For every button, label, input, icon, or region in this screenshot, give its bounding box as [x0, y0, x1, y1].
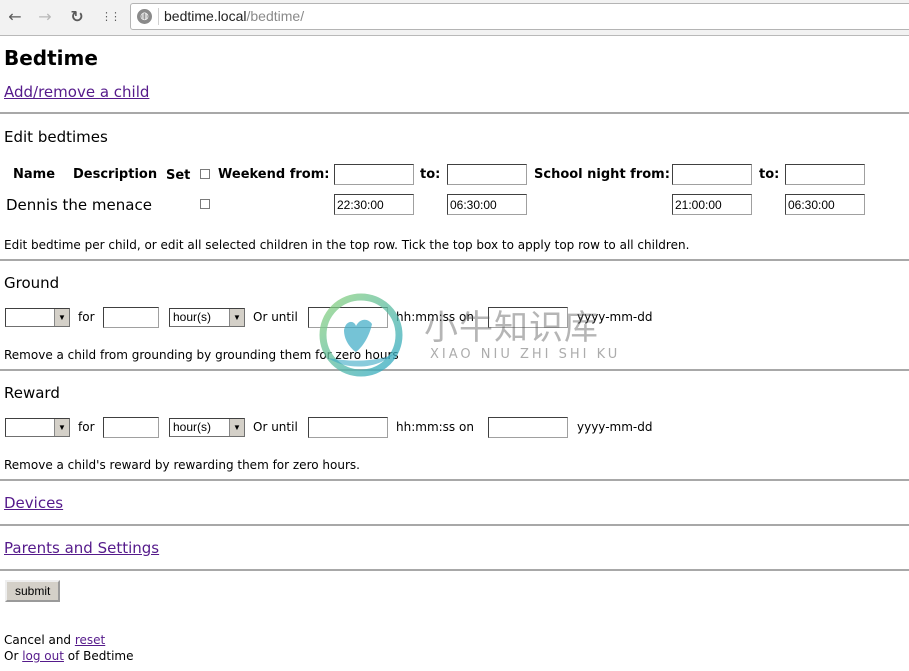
child-weekend-to-input[interactable]	[447, 194, 527, 215]
ground-for-label: for	[78, 310, 95, 324]
site-info-icon[interactable]: ◍	[137, 9, 152, 24]
ground-heading: Ground	[4, 274, 60, 292]
forward-icon[interactable]: →	[36, 8, 54, 26]
logout-link[interactable]: log out	[22, 649, 64, 663]
reward-child-select[interactable]: ▼	[5, 418, 70, 437]
devices-link[interactable]: Devices	[4, 494, 63, 512]
cancel-prefix: Cancel and	[4, 633, 75, 647]
divider	[0, 569, 909, 571]
column-set: Set	[166, 168, 191, 183]
edit-bedtimes-heading: Edit bedtimes	[4, 128, 108, 146]
top-weekend-from-input[interactable]	[334, 164, 414, 185]
ground-date-format: yyyy-mm-dd	[577, 310, 653, 324]
reward-or-until-label: Or until	[253, 420, 298, 434]
add-remove-child-link[interactable]: Add/remove a child	[4, 83, 149, 101]
submit-button[interactable]: submit	[5, 580, 61, 602]
reward-heading: Reward	[4, 384, 60, 402]
column-weekend-to: to:	[420, 167, 441, 182]
column-school-to: to:	[759, 167, 780, 182]
reward-unit-value: hour(s)	[173, 420, 212, 434]
ground-time-format: hh:mm:ss on	[396, 310, 474, 324]
url-host: bedtime.local	[164, 8, 247, 24]
top-school-from-input[interactable]	[672, 164, 752, 185]
reward-for-label: for	[78, 420, 95, 434]
chevron-down-icon[interactable]: ▼	[229, 419, 244, 436]
child-set-checkbox[interactable]	[200, 199, 210, 209]
set-all-checkbox[interactable]	[200, 169, 210, 179]
child-school-from-input[interactable]	[672, 194, 752, 215]
ground-unit-select[interactable]: hour(s) ▼	[169, 308, 245, 327]
ground-child-select[interactable]: ▼	[5, 308, 70, 327]
cancel-line: Cancel and reset	[4, 633, 105, 647]
reward-unit-select[interactable]: hour(s) ▼	[169, 418, 245, 437]
reward-date-input[interactable]	[488, 417, 568, 438]
ground-or-until-label: Or until	[253, 310, 298, 324]
logout-suffix: of Bedtime	[63, 649, 134, 663]
reset-link[interactable]: reset	[75, 633, 105, 647]
edit-bedtimes-help: Edit bedtime per child, or edit all sele…	[4, 238, 690, 252]
parents-settings-link[interactable]: Parents and Settings	[4, 539, 159, 557]
ground-amount-input[interactable]	[103, 307, 159, 328]
column-weekend-from: Weekend from:	[218, 167, 330, 182]
ground-time-input[interactable]	[308, 307, 388, 328]
watermark-logo-icon	[319, 293, 403, 377]
reward-time-input[interactable]	[308, 417, 388, 438]
divider	[0, 112, 909, 114]
column-school-night-from: School night from:	[534, 167, 670, 182]
back-icon[interactable]: ←	[6, 8, 24, 26]
top-school-to-input[interactable]	[785, 164, 865, 185]
ground-unit-value: hour(s)	[173, 310, 212, 324]
ground-help: Remove a child from grounding by groundi…	[4, 348, 399, 362]
divider	[0, 259, 909, 261]
address-separator	[158, 8, 159, 25]
logout-prefix: Or	[4, 649, 23, 663]
chevron-down-icon[interactable]: ▼	[54, 419, 69, 436]
divider	[0, 369, 909, 371]
browser-toolbar: ← → ↻ ⋮⋮ ◍ bedtime.local/bedtime/	[0, 0, 909, 36]
reward-amount-input[interactable]	[103, 417, 159, 438]
url-text[interactable]: bedtime.local/bedtime/	[164, 8, 304, 25]
reward-time-format: hh:mm:ss on	[396, 420, 474, 434]
child-school-to-input[interactable]	[785, 194, 865, 215]
top-weekend-to-input[interactable]	[447, 164, 527, 185]
ground-date-input[interactable]	[488, 307, 568, 328]
page-title: Bedtime	[4, 46, 98, 70]
child-weekend-from-input[interactable]	[334, 194, 414, 215]
chevron-down-icon[interactable]: ▼	[229, 309, 244, 326]
watermark-subtext: XIAO NIU ZHI SHI KU	[430, 347, 621, 362]
reward-date-format: yyyy-mm-dd	[577, 420, 653, 434]
divider	[0, 479, 909, 481]
column-name: Name	[13, 167, 56, 182]
column-description: Description	[73, 167, 158, 182]
address-bar[interactable]: ◍ bedtime.local/bedtime/	[130, 3, 909, 30]
apps-icon[interactable]: ⋮⋮	[101, 8, 121, 26]
reload-icon[interactable]: ↻	[68, 8, 86, 26]
url-path: /bedtime/	[246, 8, 305, 24]
child-name: Dennis the menace	[6, 196, 152, 214]
chevron-down-icon[interactable]: ▼	[54, 309, 69, 326]
logout-line: Or log out of Bedtime	[4, 649, 134, 663]
divider	[0, 524, 909, 526]
reward-help: Remove a child's reward by rewarding the…	[4, 458, 360, 472]
